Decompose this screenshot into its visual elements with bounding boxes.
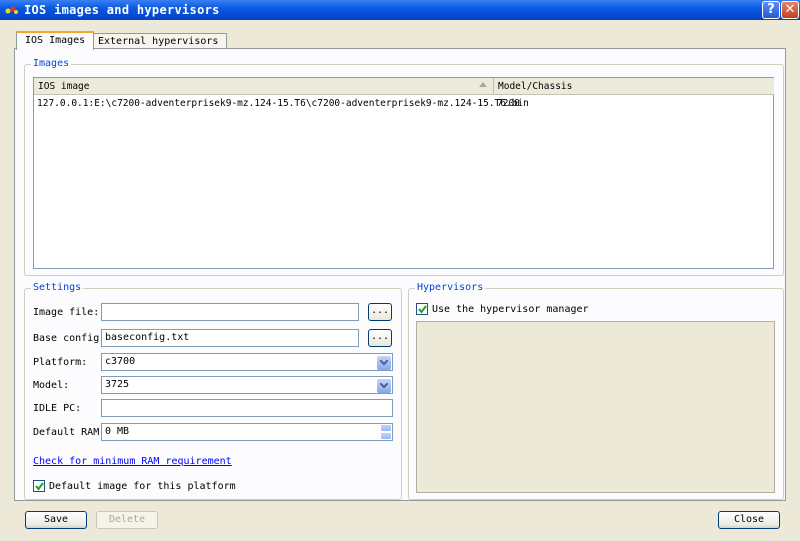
model-label: Model: — [33, 380, 70, 391]
save-button[interactable]: Save — [25, 511, 87, 529]
use-hypervisor-manager-label: Use the hypervisor manager — [432, 304, 589, 315]
sort-ascending-icon — [479, 82, 487, 87]
table-cell-model[interactable]: 7200 — [497, 98, 520, 109]
delete-button[interactable]: Delete — [96, 511, 158, 529]
close-button[interactable]: Close — [718, 511, 780, 529]
hypervisors-legend: Hypervisors — [415, 282, 486, 293]
base-config-input[interactable]: baseconfig.txt — [101, 329, 359, 347]
tab-external-hypervisors[interactable]: External hypervisors — [89, 33, 228, 49]
images-legend: Images — [31, 58, 72, 69]
default-ram-spinbox[interactable]: 0 MB — [101, 423, 393, 441]
spin-buttons[interactable] — [380, 424, 392, 440]
platform-select[interactable]: c3700 — [101, 353, 393, 371]
table-cell-image[interactable]: 127.0.0.1:E:\c7200-adventerprisek9-mz.12… — [37, 98, 529, 109]
use-hypervisor-manager-checkbox[interactable] — [416, 303, 428, 315]
default-ram-label: Default RAM: — [33, 427, 106, 438]
help-button[interactable]: ? — [762, 1, 780, 19]
ram-requirement-link[interactable]: Check for minimum RAM requirement — [33, 456, 232, 467]
default-image-label: Default image for this platform — [49, 481, 236, 492]
default-ram-value: 0 MB — [105, 426, 130, 437]
default-image-checkbox[interactable] — [33, 480, 45, 492]
browse-image-button[interactable]: ... — [368, 303, 392, 321]
model-select[interactable]: 3725 — [101, 376, 393, 394]
window-title: IOS images and hypervisors — [24, 3, 220, 17]
spin-up-icon[interactable] — [380, 424, 392, 432]
close-window-button[interactable]: ✕ — [781, 1, 799, 19]
title-bar: IOS images and hypervisors ? ✕ — [0, 0, 800, 20]
model-value: 3725 — [105, 379, 130, 390]
idle-pc-label: IDLE PC: — [33, 403, 82, 414]
images-table[interactable]: IOS image Model/Chassis 127.0.0.1:E:\c72… — [33, 77, 774, 269]
base-config-label: Base config: — [33, 333, 106, 344]
chevron-down-icon[interactable] — [377, 356, 391, 370]
platform-value: c3700 — [105, 356, 136, 367]
hypervisor-list[interactable] — [416, 321, 775, 493]
settings-legend: Settings — [31, 282, 84, 293]
tab-ios-images[interactable]: IOS Images — [16, 31, 95, 50]
platform-label: Platform: — [33, 357, 88, 368]
image-file-input[interactable] — [101, 303, 359, 321]
app-icon — [5, 4, 19, 16]
chevron-down-icon[interactable] — [377, 379, 391, 393]
column-header-model[interactable]: Model/Chassis — [494, 78, 774, 95]
browse-config-button[interactable]: ... — [368, 329, 392, 347]
column-header-ios-image[interactable]: IOS image — [34, 78, 494, 95]
image-file-label: Image file: — [33, 307, 100, 318]
idle-pc-input[interactable] — [101, 399, 393, 417]
spin-down-icon[interactable] — [380, 432, 392, 440]
